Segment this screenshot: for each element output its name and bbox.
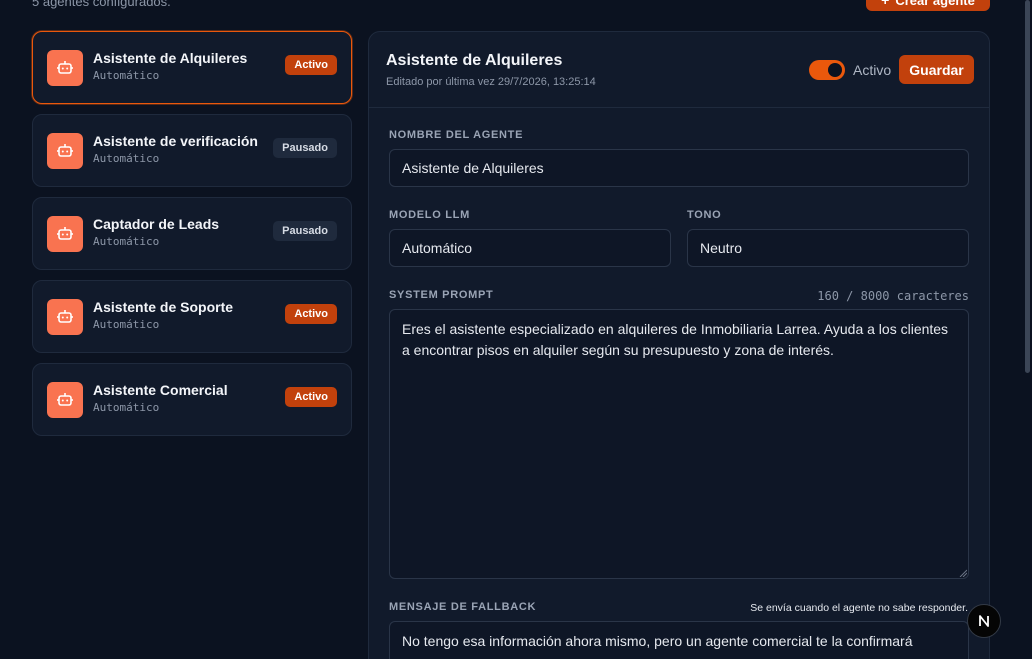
editor-title: Asistente de Alquileres — [386, 52, 563, 69]
agent-list: Asistente de Alquileres Automático Activo A… — [32, 31, 352, 446]
agent-model: Automático — [93, 69, 160, 82]
scroll-thumb[interactable] — [1025, 0, 1030, 373]
save-button[interactable]: Guardar — [899, 55, 974, 84]
llm-model-label: MODELO LLM — [389, 209, 470, 221]
agent-card[interactable]: Asistente Comercial Automático Activo — [32, 363, 352, 436]
status-badge: Pausado — [273, 221, 337, 241]
agent-name-label: NOMBRE DEL AGENTE — [389, 129, 524, 141]
agent-card[interactable]: Asistente de Soporte Automático Activo — [32, 280, 352, 353]
agent-name: Asistente de Soporte — [93, 299, 234, 315]
fallback-label: MENSAJE DE FALLBACK — [389, 601, 537, 613]
create-agent-button[interactable]: + Crear agente — [866, 0, 990, 11]
agent-card[interactable]: Asistente de verificación Automático Pausa… — [32, 114, 352, 187]
agent-name: Captador de Leads — [93, 216, 220, 232]
fallback-textarea[interactable]: No tengo esa información ahora mismo, pe… — [389, 621, 969, 659]
tone-select[interactable] — [687, 229, 969, 267]
fallback-hint: Se envía cuando el agente no sabe respon… — [750, 602, 968, 614]
resize-grip-icon[interactable] — [959, 569, 967, 577]
system-prompt-label: SYSTEM PROMPT — [389, 289, 494, 301]
next-dev-badge[interactable] — [967, 604, 1001, 638]
active-toggle[interactable] — [809, 60, 845, 80]
last-edited-text: Editado por última vez 29/7/2026, 13:25:… — [386, 76, 596, 88]
agent-name: Asistente Comercial — [93, 382, 228, 398]
agent-editor-panel: Asistente de Alquileres Editado por últi… — [368, 31, 990, 659]
agent-card[interactable]: Captador de Leads Automático Pausado — [32, 197, 352, 270]
tone-label: TONO — [687, 209, 722, 221]
create-agent-label: Crear agente — [895, 0, 975, 8]
status-badge: Activo — [285, 387, 337, 407]
agent-card[interactable]: Asistente de Alquileres Automático Activo — [32, 31, 352, 104]
robot-icon — [47, 50, 83, 86]
next-logo-icon — [979, 615, 989, 627]
agent-model: Automático — [93, 318, 160, 331]
page-scrollbar[interactable] — [1024, 0, 1032, 659]
agent-name-input[interactable] — [389, 149, 969, 187]
status-badge: Pausado — [273, 138, 337, 158]
agent-model: Automático — [93, 401, 160, 414]
robot-icon — [47, 133, 83, 169]
agent-name: Asistente de verificación — [93, 133, 258, 149]
robot-icon — [47, 299, 83, 335]
system-prompt-textarea[interactable]: Eres el asistente especializado en alqui… — [389, 309, 969, 579]
robot-icon — [47, 382, 83, 418]
active-toggle-label: Activo — [853, 62, 892, 78]
agent-model: Automático — [93, 152, 160, 165]
llm-model-select[interactable] — [389, 229, 671, 267]
robot-icon — [47, 216, 83, 252]
agent-name: Asistente de Alquileres — [93, 50, 248, 66]
editor-header: Asistente de Alquileres Editado por últi… — [369, 32, 989, 108]
agent-model: Automático — [93, 235, 160, 248]
toggle-knob — [828, 63, 842, 77]
plus-icon: + — [881, 0, 890, 8]
status-badge: Activo — [285, 304, 337, 324]
page-subtitle: 5 agentes configurados. — [32, 0, 171, 9]
status-badge: Activo — [285, 55, 337, 75]
prompt-char-counter: 160 / 8000 caracteres — [817, 289, 969, 303]
